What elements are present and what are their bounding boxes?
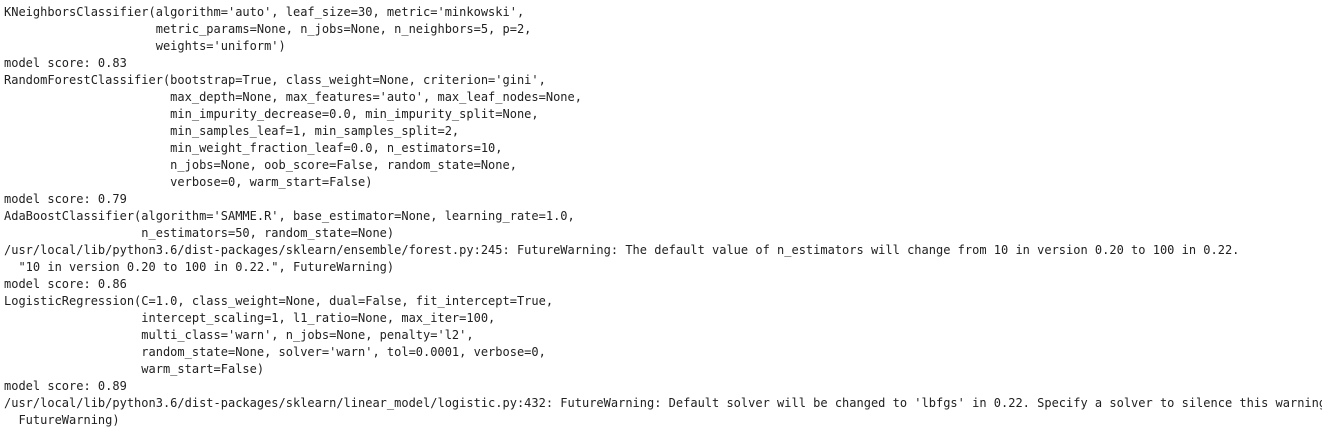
output-line-lr-1: LogisticRegression(C=1.0, class_weight=N… — [4, 294, 554, 308]
model-score-lr: model score: 0.89 — [4, 379, 127, 393]
output-line-ada-1: AdaBoostClassifier(algorithm='SAMME.R', … — [4, 209, 575, 223]
warning-line-forest: /usr/local/lib/python3.6/dist-packages/s… — [4, 243, 1240, 257]
model-score-knn: model score: 0.83 — [4, 56, 127, 70]
output-line-rf-5: min_weight_fraction_leaf=0.0, n_estimato… — [4, 141, 503, 155]
output-line-lr-5: warm_start=False) — [4, 362, 265, 376]
output-line-rf-1: RandomForestClassifier(bootstrap=True, c… — [4, 73, 546, 87]
output-line-lr-3: multi_class='warn', n_jobs=None, penalty… — [4, 328, 474, 342]
output-line-lr-4: random_state=None, solver='warn', tol=0.… — [4, 345, 546, 359]
output-line-rf-6: n_jobs=None, oob_score=False, random_sta… — [4, 158, 517, 172]
output-line-rf-7: verbose=0, warm_start=False) — [4, 175, 373, 189]
output-line-knn-3: weights='uniform') — [4, 39, 286, 53]
output-line-ada-2: n_estimators=50, random_state=None) — [4, 226, 395, 240]
model-score-ada: model score: 0.86 — [4, 277, 127, 291]
output-line-knn-1: KNeighborsClassifier(algorithm='auto', l… — [4, 5, 525, 19]
output-line-rf-4: min_samples_leaf=1, min_samples_split=2, — [4, 124, 460, 138]
warning-line-logistic: /usr/local/lib/python3.6/dist-packages/s… — [4, 396, 1322, 410]
model-score-rf: model score: 0.79 — [4, 192, 127, 206]
warning-line-logistic-cont: FutureWarning) — [4, 413, 120, 427]
cell-output: KNeighborsClassifier(algorithm='auto', l… — [4, 4, 1322, 429]
output-line-lr-2: intercept_scaling=1, l1_ratio=None, max_… — [4, 311, 496, 325]
output-line-rf-2: max_depth=None, max_features='auto', max… — [4, 90, 582, 104]
output-line-rf-3: min_impurity_decrease=0.0, min_impurity_… — [4, 107, 539, 121]
output-line-knn-2: metric_params=None, n_jobs=None, n_neigh… — [4, 22, 532, 36]
warning-line-forest-cont: "10 in version 0.20 to 100 in 0.22.", Fu… — [4, 260, 395, 274]
